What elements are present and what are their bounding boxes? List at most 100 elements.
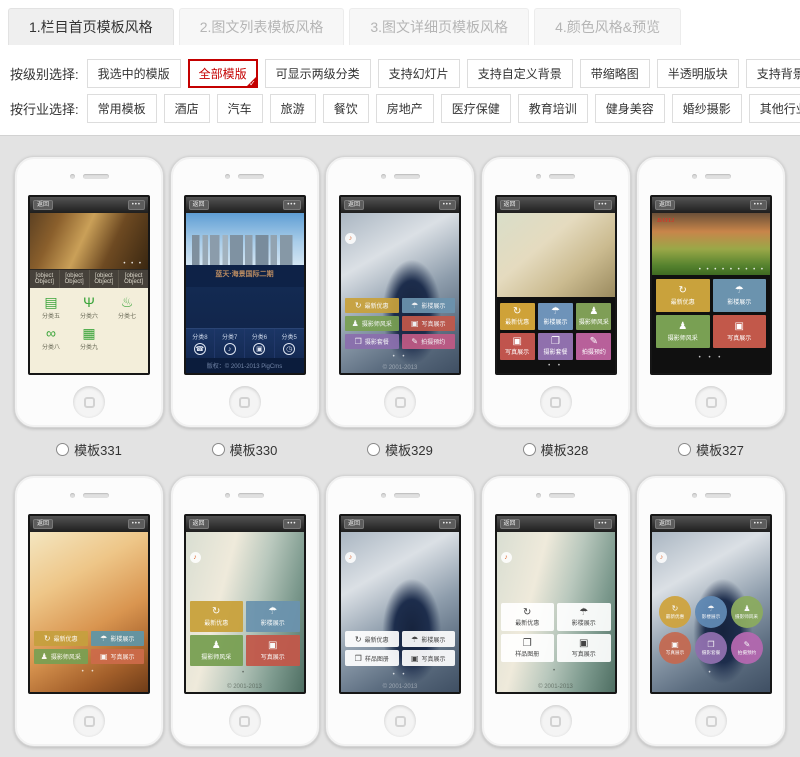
tile-icon: ▣: [512, 337, 521, 346]
phone-mockup[interactable]: 返回 ••• ↻ 最新优惠 ☂ 影楼展示 ♟ 摄影师风采 ▣ 写真展示 ❐ 摄影…: [636, 475, 786, 747]
filter-button[interactable]: 其他行业: [749, 94, 800, 123]
filter-button[interactable]: 支持自定义背景: [467, 59, 573, 88]
phone-mockup[interactable]: 返回 ••• ↻ 最新优惠 ☂ 影楼展示 ♟ 摄影师风采 ▣ 写真展示 • •: [14, 475, 164, 747]
template-preview[interactable]: 返回 ••• ↻ 最新优惠 ☂ 影楼展示 ♟ 摄影师风采 ▣ 写真展示 • © …: [184, 514, 306, 694]
template-preview[interactable]: 返回 ••• ↻ 最新优惠 ☂ 影楼展示 ❐ 样品图册 ▣ 写真展示 • © 2…: [495, 514, 617, 694]
tile-label: 最新优惠: [515, 618, 539, 627]
template-radio[interactable]: [523, 443, 536, 456]
filter-button[interactable]: 带缩略图: [580, 59, 650, 88]
category-label: 分类七: [118, 311, 136, 320]
phone-mockup[interactable]: 返回 ••• BAYLI • • • • • • • • • ↻ 最新优惠 ☂ …: [636, 156, 786, 428]
tile-icon: ✎: [590, 337, 598, 346]
tile-icon: ☂: [411, 635, 418, 644]
filter-row-label: 按级别选择:: [10, 64, 79, 83]
screen-tile: ▣ 写真展示: [659, 632, 691, 664]
menu-dots-icon: •••: [283, 519, 300, 529]
phone-mockup[interactable]: 返回 ••• ↻ 最新优惠 ☂ 影楼展示 ❐ 样品图册 ▣ 写真展示 • © 2…: [481, 475, 631, 747]
tile-label: 样品图册: [515, 649, 539, 658]
template-preview[interactable]: 返回 ••• 蓝天·海景国际二期 分类8 ☎ 分类7 ♪ 分类6 ▣ 分类5 ◷…: [184, 195, 306, 375]
filter-button[interactable]: 半透明版块: [657, 59, 739, 88]
screen-tile: ▣ 写真展示: [500, 333, 535, 360]
template-option[interactable]: 模板329: [367, 440, 433, 459]
phone-mockup[interactable]: 返回 ••• ↻ 最新优惠 ☂ 影楼展示 ❐ 样品图册 ▣ 写真展示 • • ©…: [325, 475, 475, 747]
screen-tile: ❐ 样品图册: [501, 634, 555, 662]
phone-mockup[interactable]: 返回 ••• • • • • • • • • • ↻ 最新优惠 ☂ 影楼展示 ♟…: [481, 156, 631, 428]
filter-button[interactable]: 教育培训: [518, 94, 588, 123]
filter-button[interactable]: 酒店: [164, 94, 210, 123]
screen-tile: ✎ 拍摄预约: [576, 333, 611, 360]
template-preview[interactable]: 返回 ••• BAYLI • • • • • • • • • ↻ 最新优惠 ☂ …: [650, 195, 772, 375]
screen-tile: ☂ 影楼展示: [246, 601, 300, 632]
filter-button[interactable]: 我选中的模版: [87, 59, 181, 88]
camera-dot: [536, 493, 541, 498]
back-button: 返回: [500, 200, 520, 210]
filter-label: 支持自定义背景: [478, 67, 562, 81]
filter-button[interactable]: 汽车: [217, 94, 263, 123]
camera-dot: [70, 174, 75, 179]
template-preview[interactable]: 返回 ••• ↻ 最新优惠 ☂ 影楼展示 ♟ 摄影师风采 ▣ 写真展示 ❐ 摄影…: [339, 195, 461, 375]
restaurant-photo: • • •: [30, 213, 148, 269]
template-option[interactable]: 模板327: [678, 440, 744, 459]
tab[interactable]: 3.图文详细页模板风格: [349, 8, 529, 45]
camera-dot: [225, 493, 230, 498]
filter-button[interactable]: 医疗保健: [441, 94, 511, 123]
template-row: 返回 ••• ↻ 最新优惠 ☂ 影楼展示 ♟ 摄影师风采 ▣ 写真展示 • •: [14, 475, 786, 757]
phone-mockup[interactable]: 返回 ••• • • • [object Object] [object Obj…: [14, 156, 164, 428]
template-preview[interactable]: 返回 ••• ↻ 最新优惠 ☂ 影楼展示 ♟ 摄影师风采 ▣ 写真展示 • •: [28, 514, 150, 694]
speaker-slot: [705, 493, 731, 498]
filter-button[interactable]: 常用模板: [87, 94, 157, 123]
filter-button[interactable]: 房地产: [376, 94, 434, 123]
brand-logo: BAYLI: [657, 218, 674, 224]
tile-label: 影楼展示: [727, 297, 751, 306]
filter-button[interactable]: 可显示两级分类: [265, 59, 371, 88]
tile-icon: ❐: [551, 337, 560, 346]
menu-dots-icon: •••: [594, 200, 611, 210]
speaker-slot: [83, 493, 109, 498]
filter-button[interactable]: 婚纱摄影: [672, 94, 742, 123]
screen-tile: ▣ 写真展示: [91, 649, 145, 664]
template-radio[interactable]: [678, 443, 691, 456]
template-name: 模板328: [541, 440, 589, 459]
tile-menu: ↻ 最新优惠 ☂ 影楼展示 ♟ 摄影师风采 ▣ 写真展示 ❐ 摄影套餐 ✎ 拍摄…: [659, 596, 763, 664]
filter-button[interactable]: 支持背景音乐: [746, 59, 800, 88]
template-preview[interactable]: 返回 ••• ↻ 最新优惠 ☂ 影楼展示 ❐ 样品图册 ▣ 写真展示 • • ©…: [339, 514, 461, 694]
screen-titlebar: 返回 •••: [186, 197, 304, 213]
pager-dots: • •: [497, 363, 615, 369]
tab[interactable]: 1.栏目首页模板风格: [8, 8, 174, 45]
filter-button[interactable]: 健身美容: [595, 94, 665, 123]
filter-button[interactable]: 全部模版: [188, 59, 258, 88]
template-preview[interactable]: 返回 ••• ↻ 最新优惠 ☂ 影楼展示 ♟ 摄影师风采 ▣ 写真展示 ❐ 摄影…: [650, 514, 772, 694]
template-radio[interactable]: [56, 443, 69, 456]
slider-dots: • • •: [123, 261, 143, 267]
tile-menu: ↻ 最新优惠 ☂ 影楼展示 ❐ 样品图册 ▣ 写真展示: [345, 631, 455, 666]
category-item: ∞ 分类八: [32, 326, 70, 351]
tile-label: 写真展示: [505, 347, 529, 356]
tile-icon: ☂: [100, 634, 107, 643]
template-preview[interactable]: 返回 ••• • • • • • • • • • ↻ 最新优惠 ☂ 影楼展示 ♟…: [495, 195, 617, 375]
tile-menu: ↻ 最新优惠 ☂ 影楼展示 ♟ 摄影师风采 ▣ 写真展示 ❐ 摄影套餐 ✎ 拍摄…: [500, 303, 612, 360]
template-radio[interactable]: [367, 443, 380, 456]
tile-menu: ↻ 最新优惠 ☂ 影楼展示 ❐ 样品图册 ▣ 写真展示: [501, 603, 611, 662]
copyright-text: © 2001-2013: [497, 684, 615, 690]
phone-mockup[interactable]: 返回 ••• ↻ 最新优惠 ☂ 影楼展示 ♟ 摄影师风采 ▣ 写真展示 ❐ 摄影…: [325, 156, 475, 428]
filter-button[interactable]: 支持幻灯片: [378, 59, 460, 88]
phone-mockup[interactable]: 返回 ••• ↻ 最新优惠 ☂ 影楼展示 ♟ 摄影师风采 ▣ 写真展示 • © …: [170, 475, 320, 747]
tile-label: 最新优惠: [54, 634, 78, 643]
filter-label: 婚纱摄影: [683, 102, 731, 116]
template-option[interactable]: 模板328: [523, 440, 589, 459]
estate-title: 蓝天·海景国际二期: [186, 265, 304, 280]
back-button: 返回: [33, 200, 53, 210]
template-option[interactable]: 模板330: [212, 440, 278, 459]
filter-button[interactable]: 旅游: [270, 94, 316, 123]
home-button: [540, 386, 572, 418]
tab[interactable]: 2.图文列表模板风格: [179, 8, 345, 45]
tile-icon: ▣: [579, 639, 588, 648]
tile-menu: ↻ 最新优惠 ☂ 影楼展示 ♟ 摄影师风采 ▣ 写真展示 ❐ 摄影套餐 ✎ 拍摄…: [345, 298, 455, 349]
template-preview[interactable]: 返回 ••• • • • [object Object] [object Obj…: [28, 195, 150, 375]
template-option[interactable]: 模板331: [56, 440, 122, 459]
template-radio[interactable]: [212, 443, 225, 456]
phone-mockup[interactable]: 返回 ••• 蓝天·海景国际二期 分类8 ☎ 分类7 ♪ 分类6 ▣ 分类5 ◷…: [170, 156, 320, 428]
filter-button[interactable]: 餐饮: [323, 94, 369, 123]
tab[interactable]: 4.颜色风格&预览: [534, 8, 681, 45]
screen-tile: ♟ 摄影师风采: [190, 635, 244, 666]
